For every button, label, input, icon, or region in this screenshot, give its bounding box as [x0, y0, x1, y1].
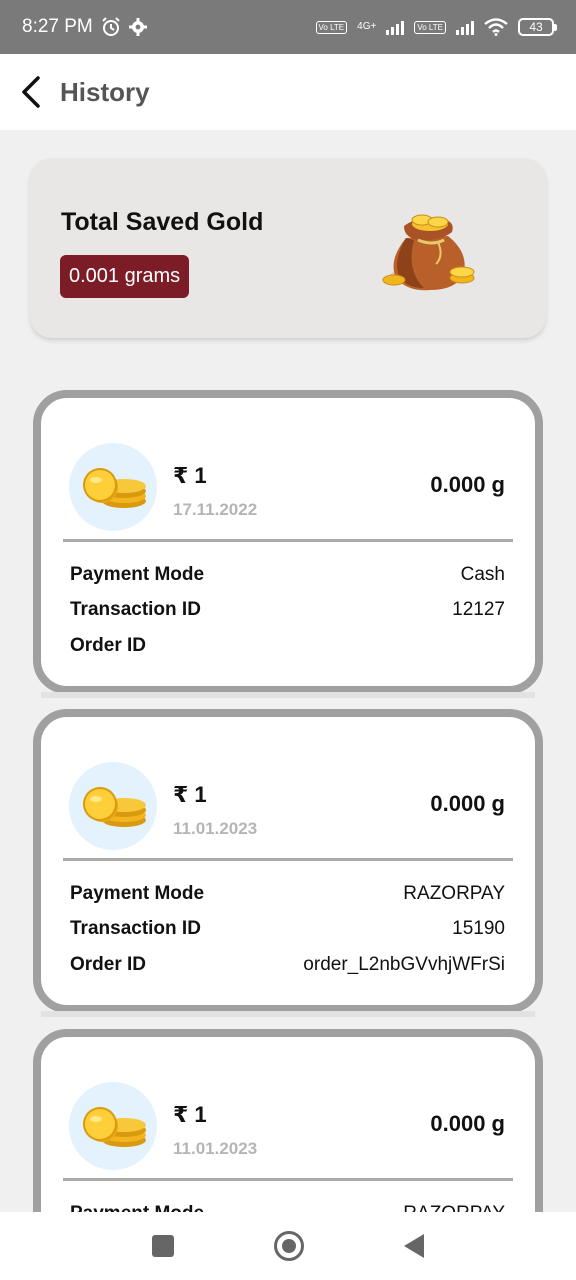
divider: [63, 858, 513, 861]
transaction-grams: 0.000 g: [430, 472, 505, 497]
coin-avatar: [69, 443, 157, 531]
transaction-id-label: Transaction ID: [70, 599, 201, 620]
divider: [63, 1178, 513, 1181]
transaction-id-row: Transaction ID 15190: [70, 916, 505, 942]
transaction-id-value: 15190: [452, 918, 505, 939]
transaction-id-row: Transaction ID 12127: [70, 597, 505, 623]
transaction-grams: 0.000 g: [430, 1111, 505, 1136]
divider: [63, 539, 513, 542]
transaction-card[interactable]: ₹ 1 17.11.2022 0.000 g Payment Mode Cash…: [33, 390, 543, 698]
transaction-date: 11.01.2023: [173, 1139, 258, 1158]
transaction-grams: 0.000 g: [430, 791, 505, 816]
order-id-value: order_L2nbGVvhjWFrSi: [303, 954, 505, 975]
payment-mode-label: Payment Mode: [70, 883, 205, 904]
nav-back-button[interactable]: [404, 1234, 424, 1258]
saved-gold-amount-badge: 0.001 grams: [60, 255, 190, 298]
transaction-date: 17.11.2022: [173, 500, 258, 519]
wifi-icon: [484, 18, 508, 36]
alarm-icon: [102, 17, 120, 36]
back-arrow-icon: [22, 76, 40, 108]
back-button[interactable]: [20, 72, 48, 112]
transaction-date: 11.01.2023: [173, 819, 258, 838]
transaction-amount: ₹ 1: [173, 1102, 207, 1127]
transaction-card[interactable]: ₹ 1 11.01.2023 0.000 g Payment Mode RAZO…: [33, 1029, 543, 1212]
payment-mode-value: RAZORPAY: [403, 1203, 505, 1212]
transaction-card[interactable]: ₹ 1 11.01.2023 0.000 g Payment Mode RAZO…: [33, 709, 543, 1017]
payment-mode-row: Payment Mode RAZORPAY: [70, 881, 505, 907]
summary-title: Total Saved Gold: [61, 208, 264, 236]
payment-mode-label: Payment Mode: [70, 564, 205, 585]
system-nav-bar: [0, 1212, 576, 1280]
transaction-amount: ₹ 1: [173, 782, 207, 807]
order-id-label: Order ID: [70, 954, 147, 975]
volte-badge-2: Vo LTE: [414, 20, 446, 34]
order-id-label: Order ID: [70, 635, 147, 656]
gold-coins-icon: [83, 787, 146, 827]
payment-mode-value: Cash: [460, 564, 505, 585]
transaction-id-label: Transaction ID: [70, 918, 201, 939]
order-id-row: Order ID order_L2nbGVvhjWFrSi: [70, 952, 505, 978]
app-header: History: [0, 54, 576, 130]
payment-mode-label: Payment Mode: [70, 1203, 204, 1212]
battery-level: 43: [529, 20, 543, 34]
gold-bag-icon: [382, 214, 475, 291]
gold-coins-icon: [83, 468, 146, 508]
volte-badge-1: Vo LTE: [315, 20, 348, 34]
coin-avatar: [69, 762, 157, 850]
signal-bars-icon-2: [456, 19, 474, 35]
page-title: History: [60, 76, 150, 107]
payment-mode-row: Payment Mode RAZORPAY: [70, 1201, 505, 1212]
transaction-history-list[interactable]: ₹ 1 17.11.2022 0.000 g Payment Mode Cash…: [0, 390, 576, 1212]
status-time: 8:27 PM: [22, 16, 93, 37]
order-id-row: Order ID: [70, 633, 505, 659]
status-bar: 8:27 PM Vo LTE 4G+ Vo LTE 43: [0, 0, 576, 54]
total-saved-gold-card: Total Saved Gold 0.001 grams: [30, 158, 546, 338]
coin-avatar: [69, 1082, 157, 1170]
gold-coins-icon: [83, 1107, 146, 1147]
payment-mode-row: Payment Mode Cash: [70, 562, 505, 588]
transaction-id-value: 12127: [452, 599, 505, 620]
battery-icon: 43: [518, 18, 557, 36]
signal-bars-icon-1: [386, 19, 405, 35]
home-button[interactable]: [274, 1231, 304, 1261]
payment-mode-value: RAZORPAY: [403, 883, 505, 904]
transaction-amount: ₹ 1: [173, 463, 207, 488]
network-type: 4G+: [357, 21, 377, 32]
recent-apps-button[interactable]: [152, 1235, 174, 1257]
settings-gear-icon: [128, 18, 147, 36]
